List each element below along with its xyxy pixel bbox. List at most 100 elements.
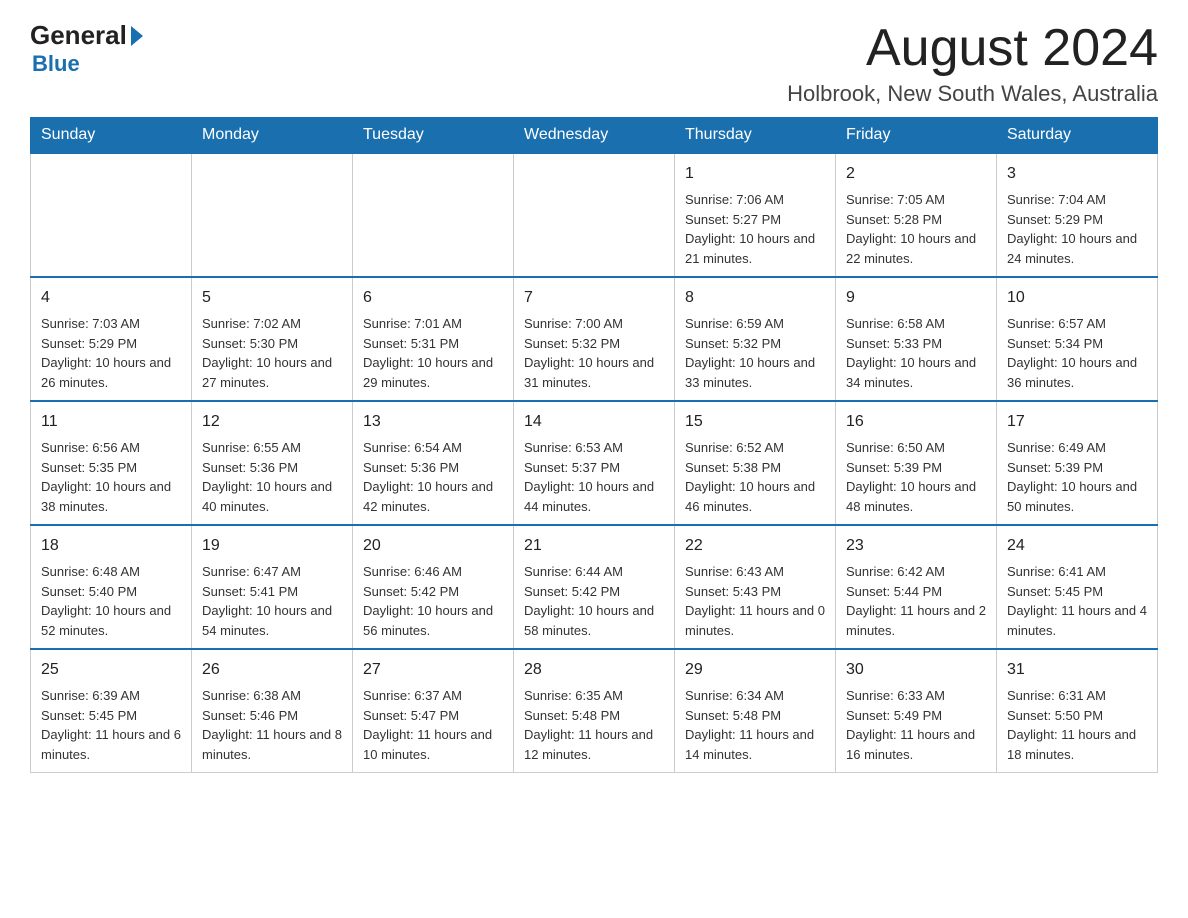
day-number: 3: [1007, 162, 1147, 186]
day-number: 31: [1007, 658, 1147, 682]
day-number: 16: [846, 410, 986, 434]
calendar-day-header: Friday: [836, 118, 997, 154]
logo: General Blue: [30, 20, 143, 77]
calendar-cell: 5Sunrise: 7:02 AMSunset: 5:30 PMDaylight…: [192, 277, 353, 401]
day-number: 18: [41, 534, 181, 558]
calendar-cell: 28 Sunrise: 6:35 AMSunset: 5:48 PMDayligh…: [514, 649, 675, 773]
day-number: 9: [846, 286, 986, 310]
calendar-week-row: 4 Sunrise: 7:03 AMSunset: 5:29 PMDaylight…: [31, 277, 1158, 401]
day-number: 26: [202, 658, 342, 682]
day-info: Sunrise: 6:43 AMSunset: 5:43 PMDaylight:…: [685, 562, 825, 640]
day-info: Sunrise: 6:54 AMSunset: 5:36 PMDaylight:…: [363, 438, 503, 516]
day-info: Sunrise: 6:53 AMSunset: 5:37 PMDaylight:…: [524, 438, 664, 516]
day-info: Sunrise: 6:41 AMSunset: 5:45 PMDaylight:…: [1007, 562, 1147, 640]
logo-blue: Blue: [32, 51, 80, 77]
calendar-cell: 22 Sunrise: 6:43 AMSunset: 5:43 PMDayligh…: [675, 525, 836, 649]
day-number: 8: [685, 286, 825, 310]
calendar-day-header: Wednesday: [514, 118, 675, 154]
day-number: 25: [41, 658, 181, 682]
day-number: 30: [846, 658, 986, 682]
day-info: Sunrise: 6:39 AMSunset: 5:45 PMDaylight:…: [41, 686, 181, 764]
day-info: Sunrise: 6:50 AMSunset: 5:39 PMDaylight:…: [846, 438, 986, 516]
location-title: Holbrook, New South Wales, Australia: [787, 81, 1158, 107]
day-number: 28: [524, 658, 664, 682]
day-info: Sunrise: 6:37 AMSunset: 5:47 PMDaylight:…: [363, 686, 503, 764]
calendar-cell: 27 Sunrise: 6:37 AMSunset: 5:47 PMDayligh…: [353, 649, 514, 773]
day-info: Sunrise: 6:58 AMSunset: 5:33 PMDaylight:…: [846, 314, 986, 392]
day-info: Sunrise: 7:00 AMSunset: 5:32 PMDaylight:…: [524, 314, 664, 392]
day-number: 17: [1007, 410, 1147, 434]
calendar-day-header: Sunday: [31, 118, 192, 154]
calendar-cell: 19Sunrise: 6:47 AMSunset: 5:41 PMDayligh…: [192, 525, 353, 649]
calendar-cell: [31, 153, 192, 277]
calendar-cell: 7 Sunrise: 7:00 AMSunset: 5:32 PMDaylight…: [514, 277, 675, 401]
day-number: 12: [202, 410, 342, 434]
calendar-cell: 2 Sunrise: 7:05 AMSunset: 5:28 PMDaylight…: [836, 153, 997, 277]
day-info: Sunrise: 7:02 AMSunset: 5:30 PMDaylight:…: [202, 314, 342, 392]
calendar-cell: [353, 153, 514, 277]
calendar-cell: 29Sunrise: 6:34 AMSunset: 5:48 PMDayligh…: [675, 649, 836, 773]
calendar-day-header: Monday: [192, 118, 353, 154]
day-info: Sunrise: 7:03 AMSunset: 5:29 PMDaylight:…: [41, 314, 181, 392]
page-header: General Blue August 2024 Holbrook, New S…: [30, 20, 1158, 107]
logo-general: General: [30, 20, 127, 51]
day-info: Sunrise: 6:49 AMSunset: 5:39 PMDaylight:…: [1007, 438, 1147, 516]
day-number: 19: [202, 534, 342, 558]
calendar-cell: 3 Sunrise: 7:04 AMSunset: 5:29 PMDaylight…: [997, 153, 1158, 277]
calendar-cell: 6 Sunrise: 7:01 AMSunset: 5:31 PMDaylight…: [353, 277, 514, 401]
calendar-cell: 8 Sunrise: 6:59 AMSunset: 5:32 PMDaylight…: [675, 277, 836, 401]
day-info: Sunrise: 6:52 AMSunset: 5:38 PMDaylight:…: [685, 438, 825, 516]
calendar-week-row: 11Sunrise: 6:56 AMSunset: 5:35 PMDayligh…: [31, 401, 1158, 525]
day-info: Sunrise: 6:55 AMSunset: 5:36 PMDaylight:…: [202, 438, 342, 516]
day-number: 11: [41, 410, 181, 434]
calendar-cell: 17 Sunrise: 6:49 AMSunset: 5:39 PMDayligh…: [997, 401, 1158, 525]
calendar-cell: 14 Sunrise: 6:53 AMSunset: 5:37 PMDayligh…: [514, 401, 675, 525]
day-number: 15: [685, 410, 825, 434]
day-number: 29: [685, 658, 825, 682]
calendar-cell: 31 Sunrise: 6:31 AMSunset: 5:50 PMDayligh…: [997, 649, 1158, 773]
calendar-cell: 12 Sunrise: 6:55 AMSunset: 5:36 PMDayligh…: [192, 401, 353, 525]
day-info: Sunrise: 7:04 AMSunset: 5:29 PMDaylight:…: [1007, 190, 1147, 268]
day-number: 27: [363, 658, 503, 682]
logo-text: General: [30, 20, 143, 51]
calendar-cell: 1 Sunrise: 7:06 AMSunset: 5:27 PMDaylight…: [675, 153, 836, 277]
day-number: 7: [524, 286, 664, 310]
day-info: Sunrise: 6:44 AMSunset: 5:42 PMDaylight:…: [524, 562, 664, 640]
day-info: Sunrise: 6:33 AMSunset: 5:49 PMDaylight:…: [846, 686, 986, 764]
calendar-table: SundayMondayTuesdayWednesdayThursdayFrid…: [30, 117, 1158, 773]
calendar-cell: 26 Sunrise: 6:38 AMSunset: 5:46 PMDayligh…: [192, 649, 353, 773]
calendar-cell: [514, 153, 675, 277]
calendar-week-row: 25 Sunrise: 6:39 AMSunset: 5:45 PMDayligh…: [31, 649, 1158, 773]
calendar-week-row: 18 Sunrise: 6:48 AMSunset: 5:40 PMDayligh…: [31, 525, 1158, 649]
day-number: 6: [363, 286, 503, 310]
day-info: Sunrise: 7:05 AMSunset: 5:28 PMDaylight:…: [846, 190, 986, 268]
calendar-cell: 15 Sunrise: 6:52 AMSunset: 5:38 PMDayligh…: [675, 401, 836, 525]
day-info: Sunrise: 6:31 AMSunset: 5:50 PMDaylight:…: [1007, 686, 1147, 764]
day-number: 14: [524, 410, 664, 434]
day-info: Sunrise: 6:38 AMSunset: 5:46 PMDaylight:…: [202, 686, 342, 764]
calendar-cell: 16 Sunrise: 6:50 AMSunset: 5:39 PMDayligh…: [836, 401, 997, 525]
day-number: 1: [685, 162, 825, 186]
day-number: 4: [41, 286, 181, 310]
day-info: Sunrise: 6:59 AMSunset: 5:32 PMDaylight:…: [685, 314, 825, 392]
day-number: 22: [685, 534, 825, 558]
day-info: Sunrise: 6:57 AMSunset: 5:34 PMDaylight:…: [1007, 314, 1147, 392]
day-number: 24: [1007, 534, 1147, 558]
day-number: 13: [363, 410, 503, 434]
day-info: Sunrise: 6:35 AMSunset: 5:48 PMDaylight:…: [524, 686, 664, 764]
day-number: 20: [363, 534, 503, 558]
calendar-header-row: SundayMondayTuesdayWednesdayThursdayFrid…: [31, 118, 1158, 154]
calendar-cell: 18 Sunrise: 6:48 AMSunset: 5:40 PMDayligh…: [31, 525, 192, 649]
day-info: Sunrise: 7:01 AMSunset: 5:31 PMDaylight:…: [363, 314, 503, 392]
calendar-day-header: Tuesday: [353, 118, 514, 154]
day-info: Sunrise: 6:48 AMSunset: 5:40 PMDaylight:…: [41, 562, 181, 640]
calendar-cell: 13 Sunrise: 6:54 AMSunset: 5:36 PMDayligh…: [353, 401, 514, 525]
calendar-week-row: 1 Sunrise: 7:06 AMSunset: 5:27 PMDaylight…: [31, 153, 1158, 277]
calendar-cell: 25 Sunrise: 6:39 AMSunset: 5:45 PMDayligh…: [31, 649, 192, 773]
day-number: 2: [846, 162, 986, 186]
calendar-cell: 24 Sunrise: 6:41 AMSunset: 5:45 PMDayligh…: [997, 525, 1158, 649]
calendar-cell: 23Sunrise: 6:42 AMSunset: 5:44 PMDayligh…: [836, 525, 997, 649]
day-info: Sunrise: 7:06 AMSunset: 5:27 PMDaylight:…: [685, 190, 825, 268]
day-info: Sunrise: 6:42 AMSunset: 5:44 PMDaylight:…: [846, 562, 986, 640]
day-number: 10: [1007, 286, 1147, 310]
